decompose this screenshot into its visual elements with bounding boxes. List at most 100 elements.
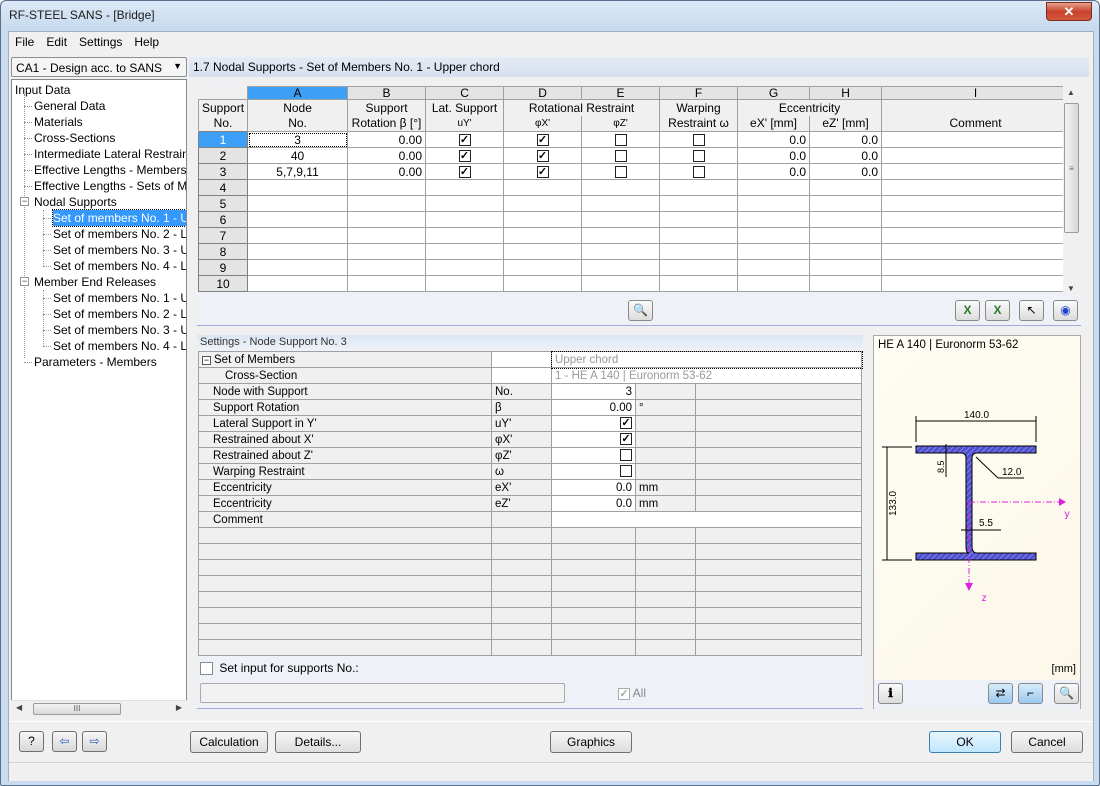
tree-item-release-set-1[interactable]: Set of members No. 1 - Upper chord — [53, 290, 186, 306]
pick-graphic-button[interactable]: ↖ — [1019, 300, 1044, 321]
setting-value[interactable]: 0.00 — [551, 399, 636, 416]
lat-support-cell[interactable]: ✓ — [425, 131, 505, 148]
row-header[interactable]: 8 — [197, 243, 249, 260]
warping-cell[interactable] — [659, 131, 739, 148]
checkbox[interactable]: ✓ — [536, 150, 549, 163]
phix-cell[interactable]: ✓ — [503, 163, 583, 180]
ex-cell[interactable] — [737, 227, 811, 244]
node-cell[interactable]: 40 — [247, 147, 349, 164]
ok-button[interactable]: OK — [929, 731, 1001, 753]
graphics-button[interactable]: Graphics — [550, 731, 632, 753]
ex-cell[interactable]: 0.0 — [737, 131, 811, 148]
all-checkbox[interactable]: ✓ — [618, 687, 630, 700]
comment-cell[interactable] — [881, 179, 1071, 196]
checkbox[interactable] — [692, 134, 705, 147]
phix-cell[interactable]: ✓ — [503, 147, 583, 164]
phiz-cell[interactable] — [581, 131, 661, 148]
tree-item-nodal-set-3[interactable]: Set of members No. 3 - Upper chord — [53, 242, 186, 258]
col-header-f[interactable]: F — [659, 86, 739, 100]
row-header[interactable]: 9 — [197, 259, 249, 276]
help-button[interactable]: ? — [19, 731, 44, 752]
warping-cell[interactable] — [659, 147, 739, 164]
ex-cell[interactable]: 0.0 — [737, 147, 811, 164]
row-header[interactable]: 1 — [197, 131, 249, 148]
lat-support-cell[interactable] — [425, 195, 505, 212]
checkbox[interactable]: ✓ — [536, 134, 549, 147]
row-header[interactable]: 10 — [197, 275, 249, 292]
close-button[interactable]: ✕ — [1046, 2, 1092, 21]
ex-cell[interactable] — [737, 243, 811, 260]
phiz-cell[interactable] — [581, 259, 661, 276]
checkbox[interactable] — [620, 449, 632, 462]
ez-cell[interactable] — [809, 243, 883, 260]
checkbox[interactable] — [692, 166, 705, 179]
rotation-cell[interactable] — [347, 179, 427, 196]
tree-horizontal-scrollbar[interactable]: ◀ III ▶ — [11, 700, 187, 717]
comment-cell[interactable] — [881, 275, 1071, 292]
node-cell[interactable] — [247, 259, 349, 276]
lat-support-cell[interactable] — [425, 227, 505, 244]
axes-button[interactable]: ⌐ — [1018, 683, 1043, 704]
row-header[interactable]: 2 — [197, 147, 249, 164]
ex-cell[interactable] — [737, 179, 811, 196]
col-header-a[interactable]: A — [247, 86, 349, 100]
comment-cell[interactable] — [881, 163, 1071, 180]
comment-cell[interactable] — [881, 195, 1071, 212]
grid-vertical-scrollbar[interactable]: ▲ ≡ ▼ — [1063, 86, 1080, 295]
view-button[interactable]: ◉ — [1053, 300, 1078, 321]
tree-item-nodal-set-2[interactable]: Set of members No. 2 - Lower chord — [53, 226, 186, 242]
lat-support-cell[interactable]: ✓ — [425, 163, 505, 180]
warping-cell[interactable] — [659, 259, 739, 276]
lat-support-cell[interactable]: ✓ — [425, 147, 505, 164]
tree-item-general-data[interactable]: General Data — [34, 98, 105, 114]
tree-item-parameters-members[interactable]: Parameters - Members — [34, 354, 157, 370]
tree-item-cross-sections[interactable]: Cross-Sections — [34, 130, 115, 146]
warping-cell[interactable] — [659, 275, 739, 292]
ez-cell[interactable] — [809, 195, 883, 212]
row-header[interactable]: 6 — [197, 211, 249, 228]
details-button[interactable]: Details... — [275, 731, 361, 753]
supports-no-input[interactable] — [200, 683, 565, 703]
tree-item-effective-lengths-sets[interactable]: Effective Lengths - Sets of Members — [34, 178, 186, 194]
warping-cell[interactable] — [659, 163, 739, 180]
node-cell[interactable] — [247, 211, 349, 228]
calculation-button[interactable]: Calculation — [190, 731, 268, 753]
checkbox[interactable]: ✓ — [620, 417, 632, 430]
comment-cell[interactable] — [881, 227, 1071, 244]
setting-value[interactable]: 0.0 — [551, 495, 636, 512]
ez-cell[interactable] — [809, 179, 883, 196]
col-header-c[interactable]: C — [425, 86, 505, 100]
info-button[interactable]: ℹ — [878, 683, 903, 704]
lat-support-cell[interactable] — [425, 211, 505, 228]
ez-cell[interactable]: 0.0 — [809, 147, 883, 164]
collapse-icon[interactable]: − — [202, 355, 211, 365]
node-cell[interactable] — [247, 195, 349, 212]
set-of-members-value[interactable]: Upper chord — [550, 350, 863, 369]
ex-cell[interactable] — [737, 259, 811, 276]
lat-support-cell[interactable] — [425, 275, 505, 292]
row-header[interactable]: 3 — [197, 163, 249, 180]
checkbox[interactable] — [614, 166, 627, 179]
warping-cell[interactable] — [659, 179, 739, 196]
ez-cell[interactable]: 0.0 — [809, 131, 883, 148]
tree-item-effective-lengths-members[interactable]: Effective Lengths - Members — [34, 162, 186, 178]
tree-item-member-end-releases[interactable]: Member End Releases — [34, 274, 156, 290]
row-header[interactable]: 4 — [197, 179, 249, 196]
row-header[interactable]: 7 — [197, 227, 249, 244]
ez-cell[interactable] — [809, 227, 883, 244]
case-selector[interactable]: CA1 - Design acc. to SANS ▼ — [11, 57, 187, 77]
comment-cell[interactable] — [881, 211, 1071, 228]
scroll-down-icon[interactable]: ▼ — [1067, 284, 1075, 293]
warping-cell[interactable] — [659, 211, 739, 228]
rotation-cell[interactable] — [347, 259, 427, 276]
phix-cell[interactable] — [503, 275, 583, 292]
zoom-reset-button[interactable]: 🔍 — [1054, 683, 1079, 704]
collapse-icon[interactable]: − — [20, 277, 29, 286]
ez-cell[interactable] — [809, 275, 883, 292]
set-input-checkbox[interactable] — [200, 662, 213, 676]
phiz-cell[interactable] — [581, 195, 661, 212]
scroll-right-icon[interactable]: ▶ — [176, 703, 182, 712]
tree-item-nodal-set-4[interactable]: Set of members No. 4 - Lower chord — [53, 258, 186, 274]
rotation-cell[interactable] — [347, 195, 427, 212]
rotation-cell[interactable] — [347, 243, 427, 260]
